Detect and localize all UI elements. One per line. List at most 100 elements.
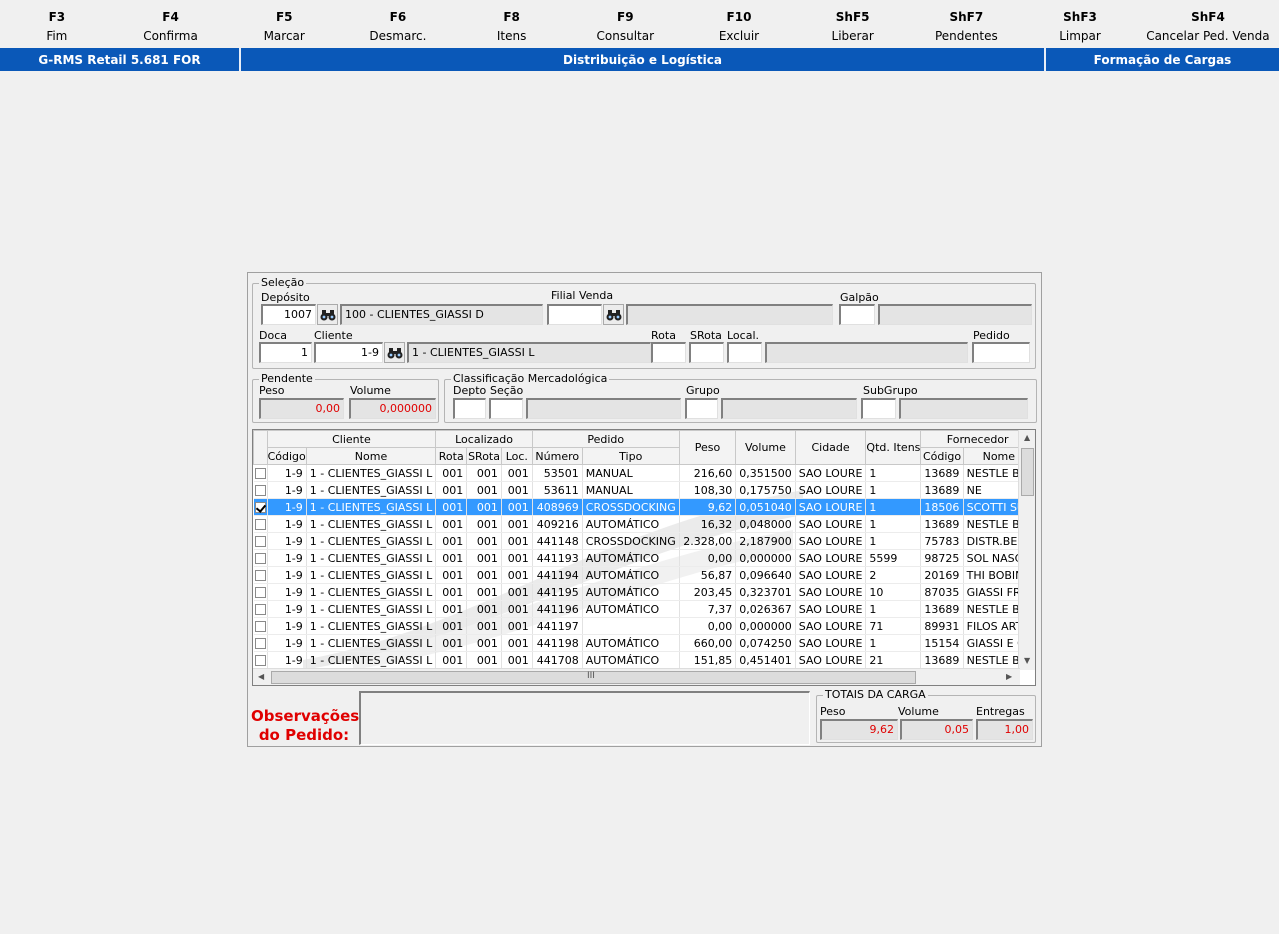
row-checkbox[interactable] [254, 570, 266, 581]
table-row[interactable]: 1-9 1 - CLIENTES_GIASSI L 001 001 001 441194 A… [253, 566, 1035, 584]
row-check-cell [253, 583, 268, 601]
deposito-input[interactable]: 1007 [261, 304, 316, 325]
fkey-f8[interactable]: F8 Itens [455, 0, 569, 46]
table-row[interactable]: 1-9 1 - CLIENTES_GIASSI L 001 001 001 441198 A… [253, 634, 1035, 652]
local-input[interactable] [727, 342, 762, 363]
row-checkbox[interactable] [254, 604, 266, 615]
cell-volume: 0,000000 [735, 617, 796, 635]
scroll-right-icon[interactable]: ▶ [1006, 672, 1012, 681]
scroll-down-icon[interactable]: ▼ [1024, 656, 1030, 665]
app-version: G-RMS Retail 5.681 FOR [0, 48, 241, 71]
scroll-up-icon[interactable]: ▲ [1024, 433, 1030, 442]
fkey-f9[interactable]: F9 Consultar [568, 0, 682, 46]
header-cidade[interactable]: Cidade [794, 430, 867, 465]
vertical-scroll-thumb[interactable] [1021, 448, 1034, 496]
fkey-f10[interactable]: F10 Excluir [682, 0, 796, 46]
fkey-shf3[interactable]: ShF3 Limpar [1023, 0, 1137, 46]
header-cliente-nome[interactable]: Nome [305, 447, 437, 465]
row-checkbox[interactable] [254, 519, 266, 530]
header-volume[interactable]: Volume [735, 430, 796, 465]
filial-search-button[interactable] [603, 304, 624, 325]
table-row[interactable]: 1-9 1 - CLIENTES_GIASSI L 001 001 001 441196 A… [253, 600, 1035, 618]
fkey-label: Itens [496, 29, 527, 43]
pedido-input[interactable] [972, 342, 1030, 363]
fkey-f5[interactable]: F5 Marcar [227, 0, 341, 46]
horizontal-scroll-thumb[interactable]: III [271, 671, 916, 684]
fkey-f3[interactable]: F3 Fim [0, 0, 114, 46]
table-row[interactable]: 1-9 1 - CLIENTES_GIASSI L 001 001 001 441197 0… [253, 617, 1035, 635]
table-row[interactable]: 1-9 1 - CLIENTES_GIASSI L 001 001 001 408969 C… [253, 498, 1035, 516]
row-checkbox[interactable] [254, 485, 266, 496]
row-checkbox[interactable] [254, 502, 266, 513]
row-checkbox[interactable] [254, 638, 266, 649]
row-checkbox[interactable] [254, 621, 266, 632]
table-row[interactable]: 1-9 1 - CLIENTES_GIASSI L 001 001 001 53611 MA… [253, 481, 1035, 499]
header-loc[interactable]: Loc. [500, 447, 533, 465]
srota-input[interactable] [689, 342, 724, 363]
header-peso[interactable]: Peso [678, 430, 737, 465]
deposito-search-button[interactable] [317, 304, 338, 325]
row-check-cell [253, 481, 268, 499]
doca-input[interactable]: 1 [259, 342, 312, 363]
header-srota[interactable]: SRota [466, 447, 502, 465]
observacoes-textarea[interactable] [359, 691, 810, 745]
cell-loc: 001 [501, 583, 533, 601]
table-row[interactable]: 1-9 1 - CLIENTES_GIASSI L 001 001 001 441193 A… [253, 549, 1035, 567]
cell-fcod: 18506 [920, 498, 964, 516]
cell-loc: 001 [501, 481, 533, 499]
cliente-input[interactable]: 1-9 [314, 342, 383, 363]
cell-codigo: 1-9 [267, 549, 307, 567]
header-fornecedor-codigo[interactable]: Código [920, 447, 964, 465]
table-row[interactable]: 1-9 1 - CLIENTES_GIASSI L 001 001 001 409216 A… [253, 515, 1035, 533]
filial-venda-desc [626, 304, 833, 325]
grupo-input[interactable] [685, 398, 718, 419]
row-check-cell [253, 634, 268, 652]
pedidos-grid[interactable]: Cliente Localizado Pedido Peso Volume Ci… [252, 429, 1036, 686]
fkey-shf7[interactable]: ShF7 Pendentes [910, 0, 1024, 46]
subgrupo-input[interactable] [861, 398, 896, 419]
rota-input[interactable] [651, 342, 686, 363]
cell-qtd: 1 [865, 464, 922, 482]
cliente-desc: 1 - CLIENTES_GIASSI L [407, 342, 651, 363]
secao-input[interactable] [489, 398, 523, 419]
vertical-scrollbar[interactable]: ▲ ▼ [1018, 430, 1035, 670]
row-checkbox[interactable] [254, 553, 266, 564]
cell-peso: 7,37 [679, 600, 737, 618]
header-tipo[interactable]: Tipo [581, 447, 680, 465]
fkey-label: Desmarc. [369, 29, 427, 43]
header-numero[interactable]: Número [531, 447, 583, 465]
galpao-desc [878, 304, 1032, 325]
row-checkbox[interactable] [254, 655, 266, 666]
header-qtd-itens[interactable]: Qtd. Itens [865, 430, 922, 465]
cell-qtd: 21 [865, 651, 922, 669]
header-rota[interactable]: Rota [435, 447, 468, 465]
table-row[interactable]: 1-9 1 - CLIENTES_GIASSI L 001 001 001 53501 MA… [253, 464, 1035, 482]
cliente-search-button[interactable] [384, 342, 405, 363]
horizontal-scrollbar[interactable]: ◀ III ▶ [253, 668, 1020, 685]
cell-cidade: SAO LOURE [795, 464, 867, 482]
fkey-shf5[interactable]: ShF5 Liberar [796, 0, 910, 46]
cell-nome: 1 - CLIENTES_GIASSI L [306, 634, 437, 652]
galpao-input[interactable] [839, 304, 875, 325]
cell-rota: 001 [435, 634, 468, 652]
row-checkbox[interactable] [254, 587, 266, 598]
depto-input[interactable] [453, 398, 486, 419]
table-row[interactable]: 1-9 1 - CLIENTES_GIASSI L 001 001 001 441195 A… [253, 583, 1035, 601]
header-cliente-codigo[interactable]: Código [266, 447, 307, 465]
cell-volume: 0,074250 [735, 634, 796, 652]
cell-nome: 1 - CLIENTES_GIASSI L [306, 566, 437, 584]
fkey-f6[interactable]: F6 Desmarc. [341, 0, 455, 46]
cell-nome: 1 - CLIENTES_GIASSI L [306, 651, 437, 669]
fkey-shf4[interactable]: ShF4 Cancelar Ped. Venda [1137, 0, 1279, 46]
row-checkbox[interactable] [254, 468, 266, 479]
cell-cidade: SAO LOURE [795, 515, 867, 533]
row-checkbox[interactable] [254, 536, 266, 547]
secao-label: Seção [490, 384, 524, 397]
filial-venda-input[interactable] [547, 304, 602, 325]
scroll-left-icon[interactable]: ◀ [258, 672, 264, 681]
row-check-cell [253, 600, 268, 618]
table-row[interactable]: 1-9 1 - CLIENTES_GIASSI L 001 001 001 441708 A… [253, 651, 1035, 669]
fkey-f4[interactable]: F4 Confirma [114, 0, 228, 46]
cell-nome: 1 - CLIENTES_GIASSI L [306, 617, 437, 635]
table-row[interactable]: 1-9 1 - CLIENTES_GIASSI L 001 001 001 441148 C… [253, 532, 1035, 550]
